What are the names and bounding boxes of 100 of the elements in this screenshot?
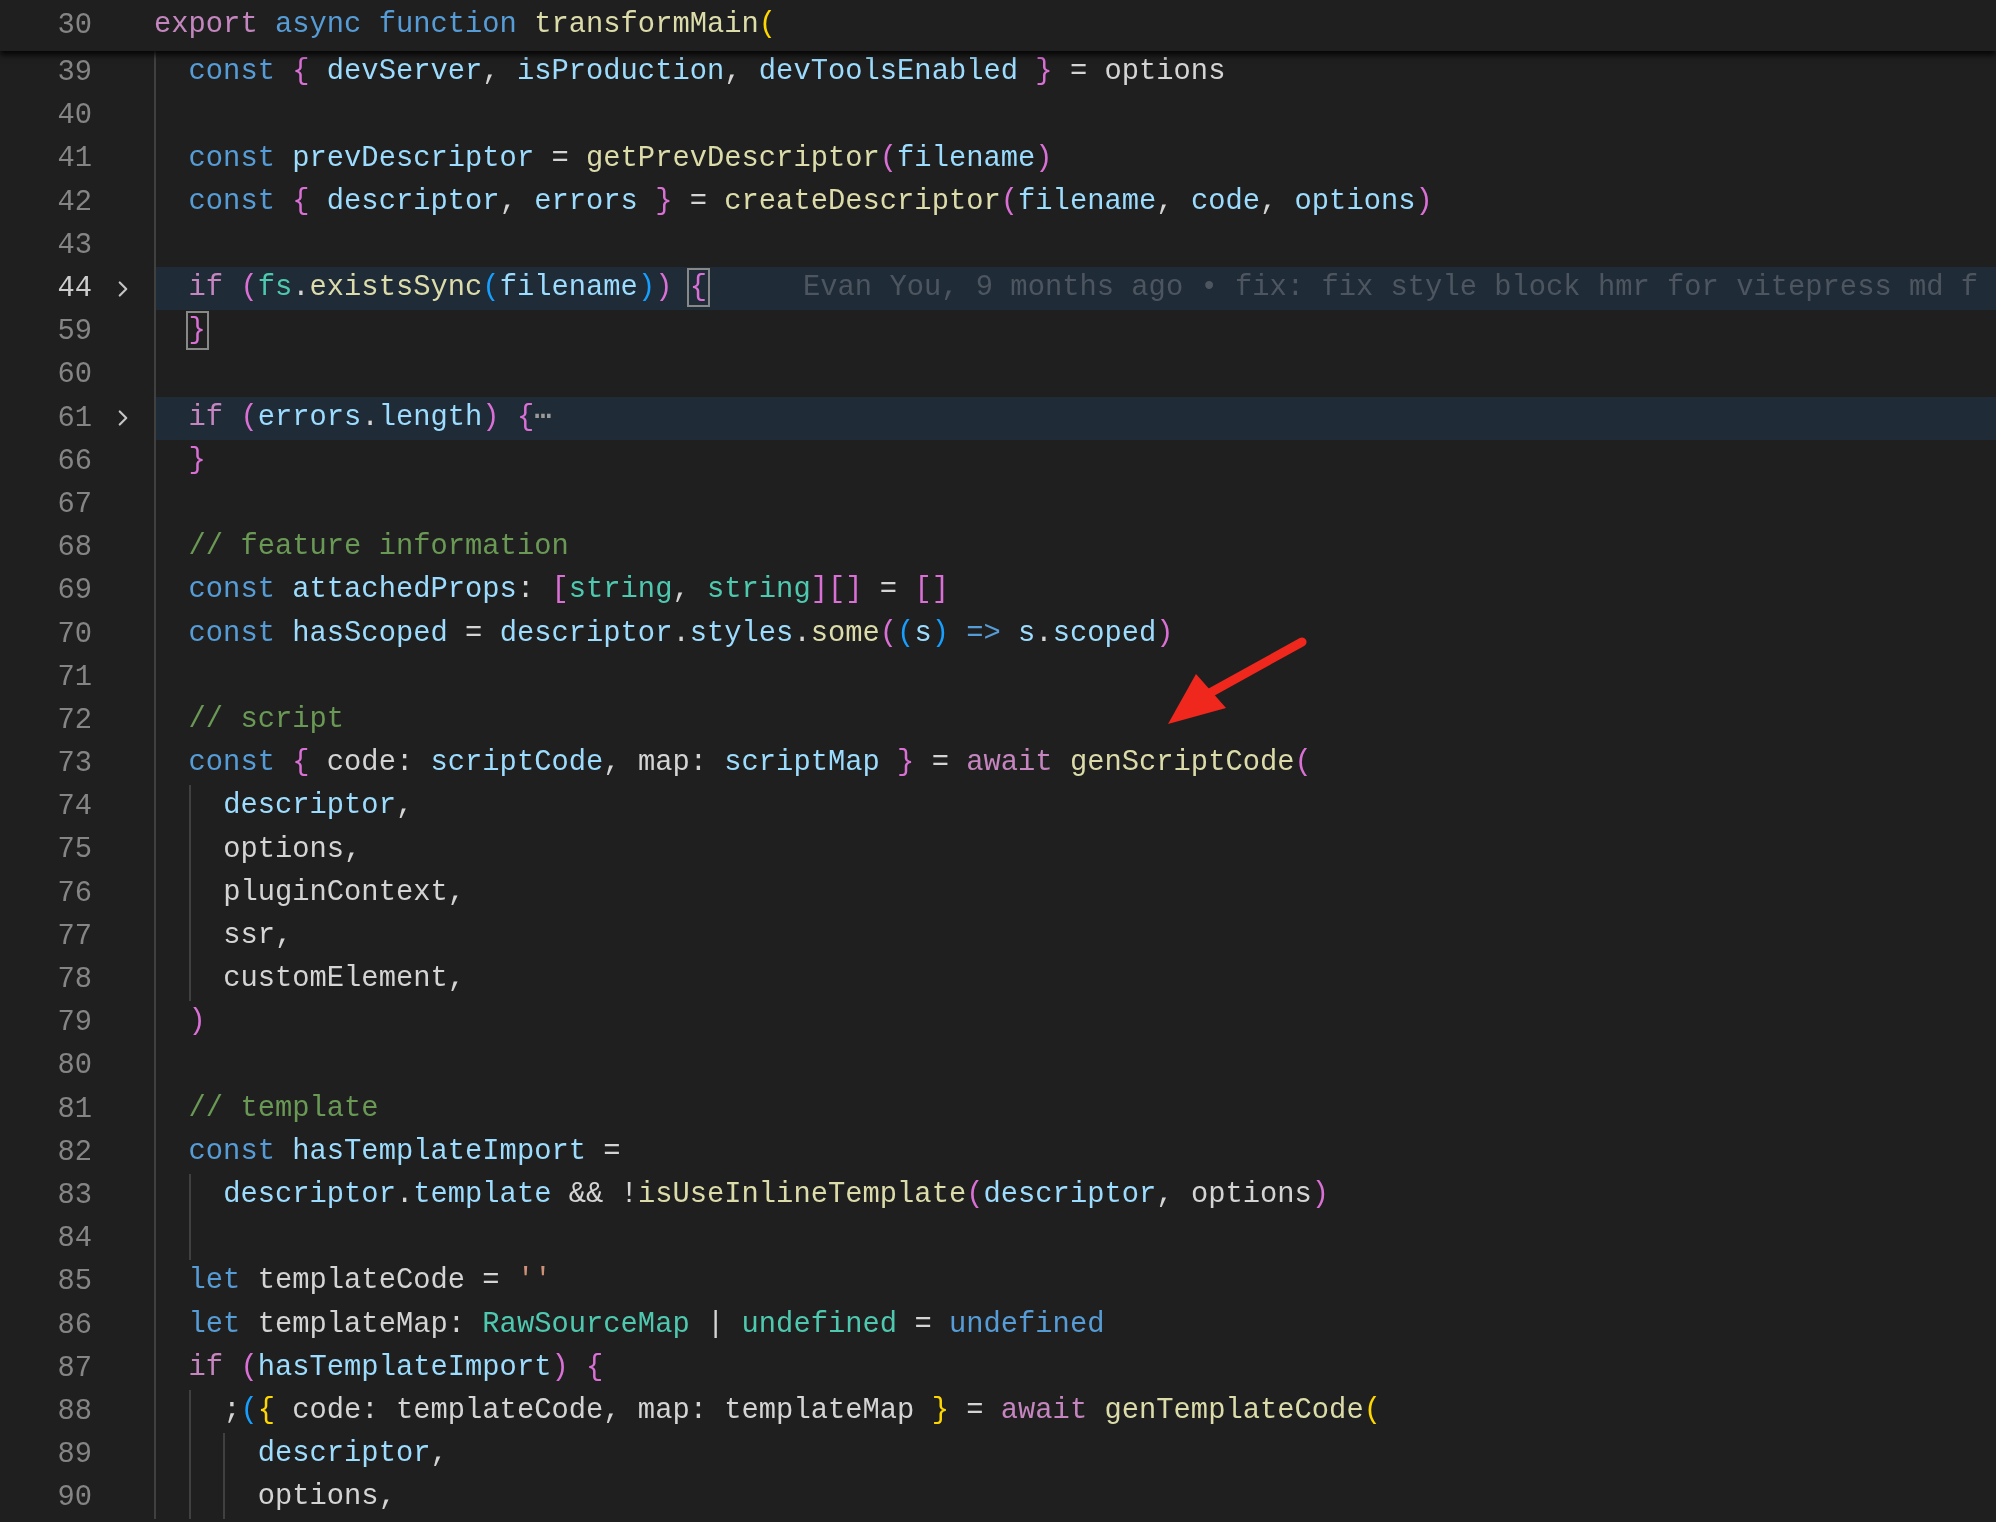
- code-text: options: [1190, 1178, 1312, 1212]
- string-literal: '': [516, 1264, 552, 1298]
- code-text: customElement,: [223, 962, 466, 996]
- code-text: :: [395, 746, 414, 780]
- code-text: options,: [257, 1480, 396, 1514]
- bracket: ): [931, 616, 949, 650]
- bracket: (: [758, 8, 777, 42]
- line-number: 82: [56, 1135, 92, 1169]
- code-comment: // template: [188, 1091, 379, 1125]
- code-text: .: [1035, 616, 1053, 650]
- bracket: ): [188, 1005, 206, 1039]
- type-name: undefined: [741, 1307, 898, 1341]
- variable-name: descriptor: [326, 184, 500, 218]
- code-text: ,: [482, 55, 500, 89]
- code-text: ,: [1156, 184, 1174, 218]
- variable-name: scriptCode: [430, 746, 604, 780]
- code-text: :: [447, 1307, 466, 1341]
- code-text: =: [1069, 55, 1088, 89]
- line-number: 85: [56, 1265, 92, 1299]
- code-text: =: [879, 573, 898, 607]
- line-number: 43: [56, 228, 92, 262]
- keyword: if: [188, 400, 224, 434]
- code-text: templateCode: [257, 1264, 466, 1298]
- bracket: ): [655, 271, 673, 305]
- variable-name: hasTemplateImport: [292, 1134, 587, 1168]
- variable-name: options: [1294, 184, 1416, 218]
- code-text: .: [395, 1178, 414, 1212]
- function-name: genTemplateCode: [1104, 1394, 1364, 1427]
- variable-name: devToolsEnabled: [758, 55, 1019, 89]
- line-number: 86: [56, 1308, 92, 1342]
- line-number: 68: [56, 531, 92, 565]
- variable-name: s: [1018, 616, 1036, 650]
- function-name: createDescriptor: [724, 184, 1001, 218]
- function-name: getPrevDescriptor: [586, 141, 880, 175]
- variable-name: scriptMap: [724, 746, 880, 780]
- keyword: =>: [966, 616, 1001, 650]
- variable-name: isProduction: [516, 55, 725, 89]
- line-number: 80: [56, 1049, 92, 1083]
- variable-name: descriptor: [499, 616, 673, 650]
- keyword: let: [188, 1264, 241, 1298]
- code-text: ,: [603, 746, 621, 780]
- line-number: 76: [56, 876, 92, 910]
- keyword: await: [1000, 1394, 1088, 1427]
- code-text: code: [326, 746, 396, 780]
- line-number: 81: [56, 1092, 92, 1126]
- variable-name: hasTemplateImport: [257, 1350, 552, 1384]
- code-comment: // script: [188, 703, 345, 736]
- type-name: RawSourceMap: [482, 1307, 690, 1341]
- line-number: 39: [56, 56, 92, 90]
- bracket: ): [1415, 184, 1433, 218]
- variable-name: code: [1190, 184, 1260, 218]
- bracket: {: [257, 1394, 275, 1427]
- code-text: ,: [724, 55, 742, 89]
- bracket: ][]: [810, 573, 863, 607]
- code-text: |: [707, 1307, 725, 1341]
- variable-name: hasScoped: [292, 616, 448, 650]
- line-number: 73: [56, 747, 92, 781]
- keyword: const: [188, 616, 275, 650]
- bracket: {: [689, 271, 707, 305]
- bracket: {: [516, 400, 535, 434]
- function-name: existsSync: [309, 271, 483, 305]
- line-number: 61: [56, 401, 92, 435]
- bracket: {: [292, 746, 310, 780]
- code-text: ,: [395, 789, 414, 823]
- line-number: 44: [56, 272, 92, 306]
- function-name: some: [810, 616, 880, 650]
- keyword: if: [188, 271, 224, 305]
- code-text: .: [672, 616, 690, 650]
- bracket: (: [879, 616, 898, 650]
- code-text: options: [1104, 55, 1226, 89]
- code-text: =: [931, 746, 949, 780]
- line-number: 60: [56, 358, 92, 392]
- variable-name: filename: [1018, 184, 1157, 218]
- function-name: genScriptCode: [1069, 746, 1295, 780]
- line-number: 67: [56, 487, 92, 521]
- function-name: isUseInlineTemplate: [637, 1178, 967, 1212]
- line-number: 72: [56, 703, 92, 737]
- line-number: 75: [56, 833, 92, 867]
- code-text: templateMap: [257, 1307, 448, 1341]
- bracket: ): [1156, 616, 1174, 650]
- variable-name: errors: [257, 400, 362, 434]
- variable-name: devServer: [326, 55, 483, 89]
- line-number: 84: [56, 1222, 92, 1256]
- line-number: 42: [56, 185, 92, 219]
- variable-name: filename: [897, 141, 1036, 175]
- variable-name: descriptor: [257, 1437, 431, 1471]
- line-number: 87: [56, 1351, 92, 1385]
- variable-name: errors: [534, 184, 638, 218]
- code-text: .: [793, 616, 811, 650]
- bracket: }: [1035, 55, 1053, 89]
- bracket: (: [1000, 184, 1019, 218]
- code-text: ;: [223, 1394, 241, 1427]
- variable-name: scoped: [1052, 616, 1157, 650]
- line-number: 69: [56, 574, 92, 608]
- code-text: pluginContext,: [223, 875, 466, 909]
- bracket: (: [966, 1178, 984, 1212]
- bracket: }: [897, 746, 915, 780]
- code-text: ssr,: [223, 918, 293, 952]
- keyword: const: [188, 1134, 275, 1168]
- line-number: 90: [56, 1481, 92, 1515]
